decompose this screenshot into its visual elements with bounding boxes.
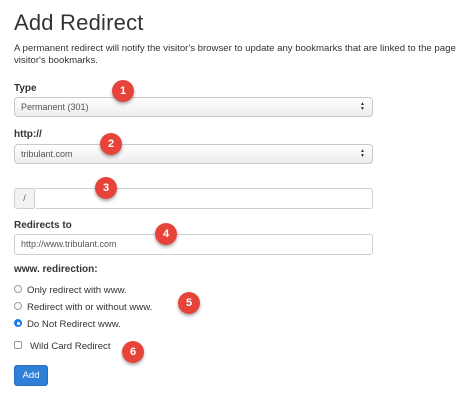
annotation-badge-6: 6 bbox=[122, 341, 144, 363]
radio-with-or-without-www[interactable]: Redirect with or without www. bbox=[14, 302, 152, 313]
annotation-badge-3: 3 bbox=[95, 177, 117, 199]
radio-button[interactable] bbox=[14, 285, 22, 294]
radio-label: Only redirect with www. bbox=[27, 285, 127, 296]
annotation-badge-4: 4 bbox=[155, 223, 177, 245]
wildcard-redirect-option[interactable]: Wild Card Redirect bbox=[14, 341, 111, 352]
type-label: Type bbox=[14, 83, 37, 94]
radio-do-not-redirect-www[interactable]: Do Not Redirect www. bbox=[14, 319, 121, 330]
domain-select-value: tribulant.com bbox=[21, 149, 73, 159]
radio-button[interactable] bbox=[14, 319, 22, 328]
radio-button[interactable] bbox=[14, 302, 22, 311]
page-description: A permanent redirect will notify the vis… bbox=[14, 43, 456, 66]
add-button[interactable]: Add bbox=[14, 365, 48, 386]
redirects-to-input[interactable]: http://www.tribulant.com bbox=[14, 234, 373, 255]
annotation-badge-2: 2 bbox=[100, 133, 122, 155]
http-label: http:// bbox=[14, 129, 42, 140]
redirects-to-label: Redirects to bbox=[14, 220, 72, 231]
annotation-badge-5: 5 bbox=[178, 292, 200, 314]
type-select-value: Permanent (301) bbox=[21, 102, 89, 112]
page-title: Add Redirect bbox=[14, 10, 144, 35]
type-select[interactable]: Permanent (301) ▲ ▼ bbox=[14, 97, 373, 117]
domain-select[interactable]: tribulant.com ▲ ▼ bbox=[14, 144, 373, 164]
www-redirection-label: www. redirection: bbox=[14, 264, 98, 275]
radio-label: Do Not Redirect www. bbox=[27, 319, 121, 330]
wildcard-checkbox[interactable] bbox=[14, 341, 22, 350]
select-arrows-icon: ▲ ▼ bbox=[360, 101, 365, 112]
checkbox-label: Wild Card Redirect bbox=[30, 341, 111, 352]
select-arrows-icon: ▲ ▼ bbox=[360, 148, 365, 159]
path-input[interactable] bbox=[34, 188, 373, 209]
radio-only-with-www[interactable]: Only redirect with www. bbox=[14, 285, 127, 296]
annotation-badge-1: 1 bbox=[112, 80, 134, 102]
path-prefix: / bbox=[14, 188, 34, 209]
radio-label: Redirect with or without www. bbox=[27, 302, 153, 313]
